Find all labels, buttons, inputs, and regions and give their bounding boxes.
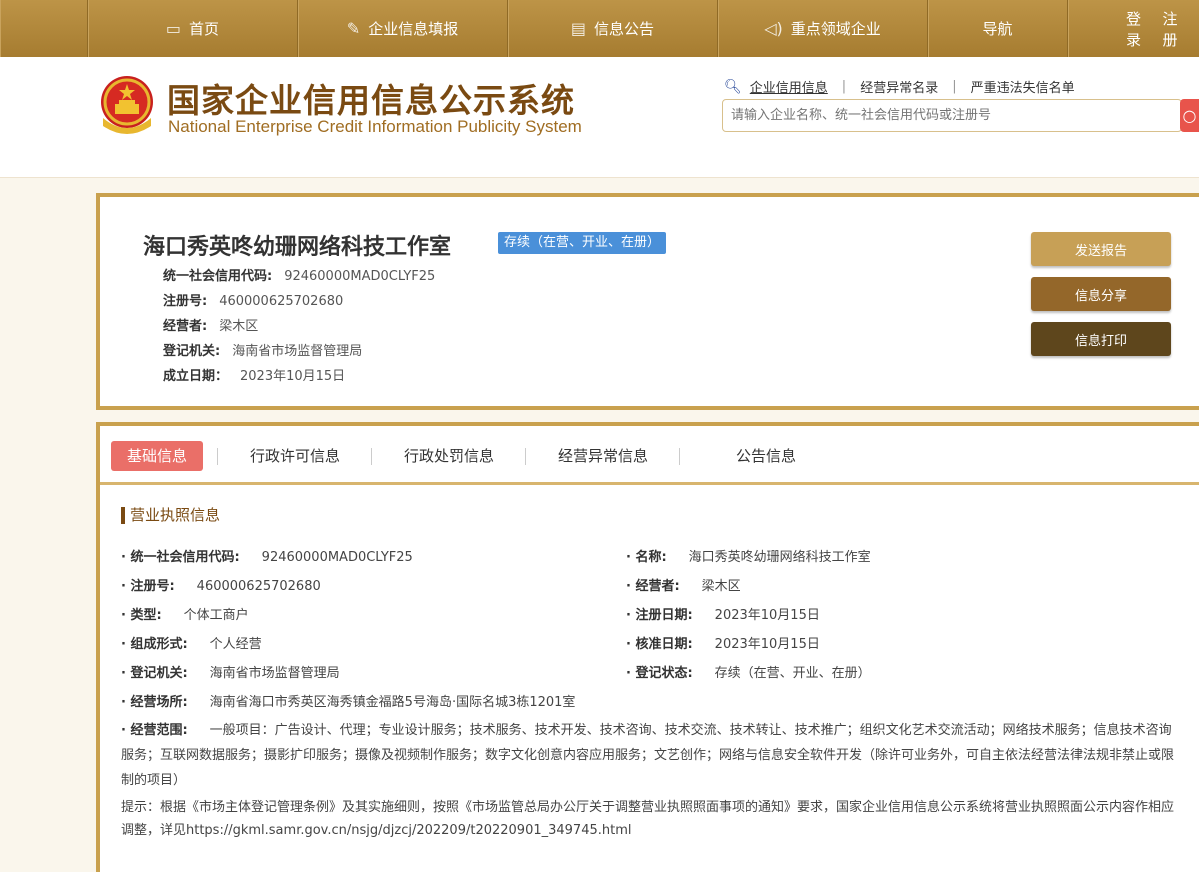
field-label: 核准日期:: [626, 637, 693, 652]
field-label: 成立日期：: [163, 369, 229, 384]
nav-auth: 登录 注册: [1068, 0, 1199, 57]
nav-key-enterprise[interactable]: ◁) 重点领域企业: [718, 0, 928, 57]
field-value: 海南省市场监督管理局: [232, 344, 363, 359]
search-tab-blacklist[interactable]: 严重违法失信名单: [971, 77, 1075, 96]
field-value: 2023年10月15日: [714, 637, 820, 652]
license-field-reg-no: 注册号: 460000625702680: [121, 575, 321, 594]
status-badge: 存续（在营、开业、在册）: [498, 232, 667, 254]
tab-divider: [679, 448, 680, 465]
field-label: 统一社会信用代码:: [163, 269, 273, 284]
company-name: 海口秀英咚幼珊网络科技工作室: [143, 235, 452, 260]
monitor-icon: ▭: [165, 19, 182, 38]
field-label: 经营范围:: [121, 723, 188, 738]
license-field-credit-code: 统一社会信用代码: 92460000MAD0CLYF25: [121, 546, 413, 565]
site-title-en: National Enterprise Credit Information P…: [168, 117, 582, 136]
nav-key-label: 重点领域企业: [790, 20, 881, 38]
license-field-approve-date: 核准日期: 2023年10月15日: [626, 633, 820, 652]
field-label: 登记状态:: [626, 666, 693, 681]
nav-guide[interactable]: 导航: [928, 0, 1068, 57]
tab-divider: [525, 448, 526, 465]
nav-fill-label: 企业信息填报: [368, 20, 459, 38]
register-link[interactable]: 注册: [1163, 8, 1188, 50]
tab-license-info[interactable]: 行政许可信息: [250, 441, 340, 471]
card-field-authority: 登记机关: 海南省市场监督管理局: [163, 340, 362, 359]
tab-divider: [371, 448, 372, 465]
nav-home[interactable]: ▭ 首页: [88, 0, 298, 57]
card-field-reg-no: 注册号: 460000625702680: [163, 290, 343, 309]
license-field-operator: 经营者: 梁木区: [626, 575, 741, 594]
field-label: 名称:: [626, 550, 667, 565]
license-field-premises: 经营场所: 海南省海口市秀英区海秀镇金福路5号海岛·国际名城3栋1201室: [121, 691, 575, 710]
site-title: 国家企业信用信息公示系统: [167, 81, 575, 120]
national-emblem-icon: [101, 76, 153, 134]
field-value: 梁木区: [701, 579, 741, 594]
tab-abnormal-info[interactable]: 经营异常信息: [558, 441, 648, 471]
card-field-operator: 经营者: 梁木区: [163, 315, 258, 334]
field-value: 个人经营: [209, 637, 262, 652]
card-field-established: 成立日期： 2023年10月15日: [163, 365, 345, 384]
tab-basic-info[interactable]: 基础信息: [111, 441, 204, 471]
field-value: 海南省海口市秀英区海秀镇金福路5号海岛·国际名城3栋1201室: [209, 695, 576, 710]
license-field-type: 类型: 个体工商户: [121, 604, 249, 623]
print-info-button[interactable]: 信息打印: [1031, 322, 1171, 356]
tab-divider: [217, 448, 218, 465]
search-icon: 🔍︎: [724, 78, 742, 95]
business-scope: 经营范围:一般项目：广告设计、代理；专业设计服务；技术服务、技术开发、技术咨询、…: [121, 718, 1181, 793]
field-value: 2023年10月15日: [714, 608, 820, 623]
field-label: 注册号:: [163, 294, 208, 309]
divider: |: [952, 79, 957, 94]
nav-notice[interactable]: ▤ 信息公告: [508, 0, 718, 57]
search-type-tabs: 🔍︎ 企业信用信息 | 经营异常名录 | 严重违法失信名单: [724, 77, 1075, 97]
login-link[interactable]: 登录: [1126, 8, 1151, 50]
field-value: 存续（在营、开业、在册）: [714, 666, 871, 681]
field-label: 注册号:: [121, 579, 175, 594]
license-field-reg-date: 注册日期: 2023年10月15日: [626, 604, 820, 623]
license-field-form: 组成形式: 个人经营: [121, 633, 262, 652]
nav-guide-label: 导航: [982, 20, 1013, 38]
field-label: 登记机关:: [163, 344, 221, 359]
field-label: 经营者:: [626, 579, 680, 594]
license-field-authority: 登记机关: 海南省市场监督管理局: [121, 662, 340, 681]
license-field-status: 登记状态: 存续（在营、开业、在册）: [626, 662, 871, 681]
search-button[interactable]: ○: [1180, 99, 1199, 132]
field-label: 经营者:: [163, 319, 208, 334]
notice-tip: 提示：根据《市场主体登记管理条例》及其实施细则，按照《市场监管总局办公厅关于调整…: [121, 800, 1175, 838]
card-field-credit-code: 统一社会信用代码: 92460000MAD0CLYF25: [163, 265, 435, 284]
field-label: 注册日期:: [626, 608, 693, 623]
field-label: 类型:: [121, 608, 162, 623]
section-title: 营业执照信息: [121, 507, 220, 524]
field-value: 460000625702680: [219, 294, 344, 309]
speaker-icon: ◁): [764, 19, 783, 38]
field-label: 经营场所:: [121, 695, 188, 710]
field-value: 梁木区: [219, 319, 259, 334]
pen-icon: ✎: [346, 19, 361, 38]
field-value: 92460000MAD0CLYF25: [261, 550, 413, 565]
field-label: 组成形式:: [121, 637, 188, 652]
license-field-name: 名称: 海口秀英咚幼珊网络科技工作室: [626, 546, 871, 565]
share-info-button[interactable]: 信息分享: [1031, 277, 1171, 311]
divider: |: [841, 79, 847, 94]
field-value: 海口秀英咚幼珊网络科技工作室: [688, 550, 871, 565]
search-input[interactable]: [722, 99, 1182, 132]
nav-spacer: [0, 0, 88, 57]
nav-home-label: 首页: [189, 20, 220, 38]
search-tab-abnormal[interactable]: 经营异常名录: [860, 77, 938, 96]
field-value: 460000625702680: [196, 579, 321, 594]
send-report-button[interactable]: 发送报告: [1031, 232, 1171, 266]
field-label: 登记机关:: [121, 666, 188, 681]
search-tab-credit[interactable]: 企业信用信息: [750, 77, 828, 96]
field-value: 海南省市场监督管理局: [209, 666, 340, 681]
top-nav: ▭ 首页 ✎ 企业信息填报 ▤ 信息公告 ◁) 重点领域企业 导航 登录 注册: [0, 0, 1199, 57]
field-value: 2023年10月15日: [240, 369, 346, 384]
tab-penalty-info[interactable]: 行政处罚信息: [404, 441, 494, 471]
nav-notice-label: 信息公告: [594, 20, 655, 38]
tab-announcement[interactable]: 公告信息: [736, 441, 796, 471]
field-value: 一般项目：广告设计、代理；专业设计服务；技术服务、技术开发、技术咨询、技术交流、…: [121, 723, 1175, 788]
document-icon: ▤: [570, 19, 587, 38]
field-value: 个体工商户: [183, 608, 249, 623]
field-label: 统一社会信用代码:: [121, 550, 240, 565]
nav-fill[interactable]: ✎ 企业信息填报: [298, 0, 508, 57]
field-value: 92460000MAD0CLYF25: [284, 269, 436, 284]
